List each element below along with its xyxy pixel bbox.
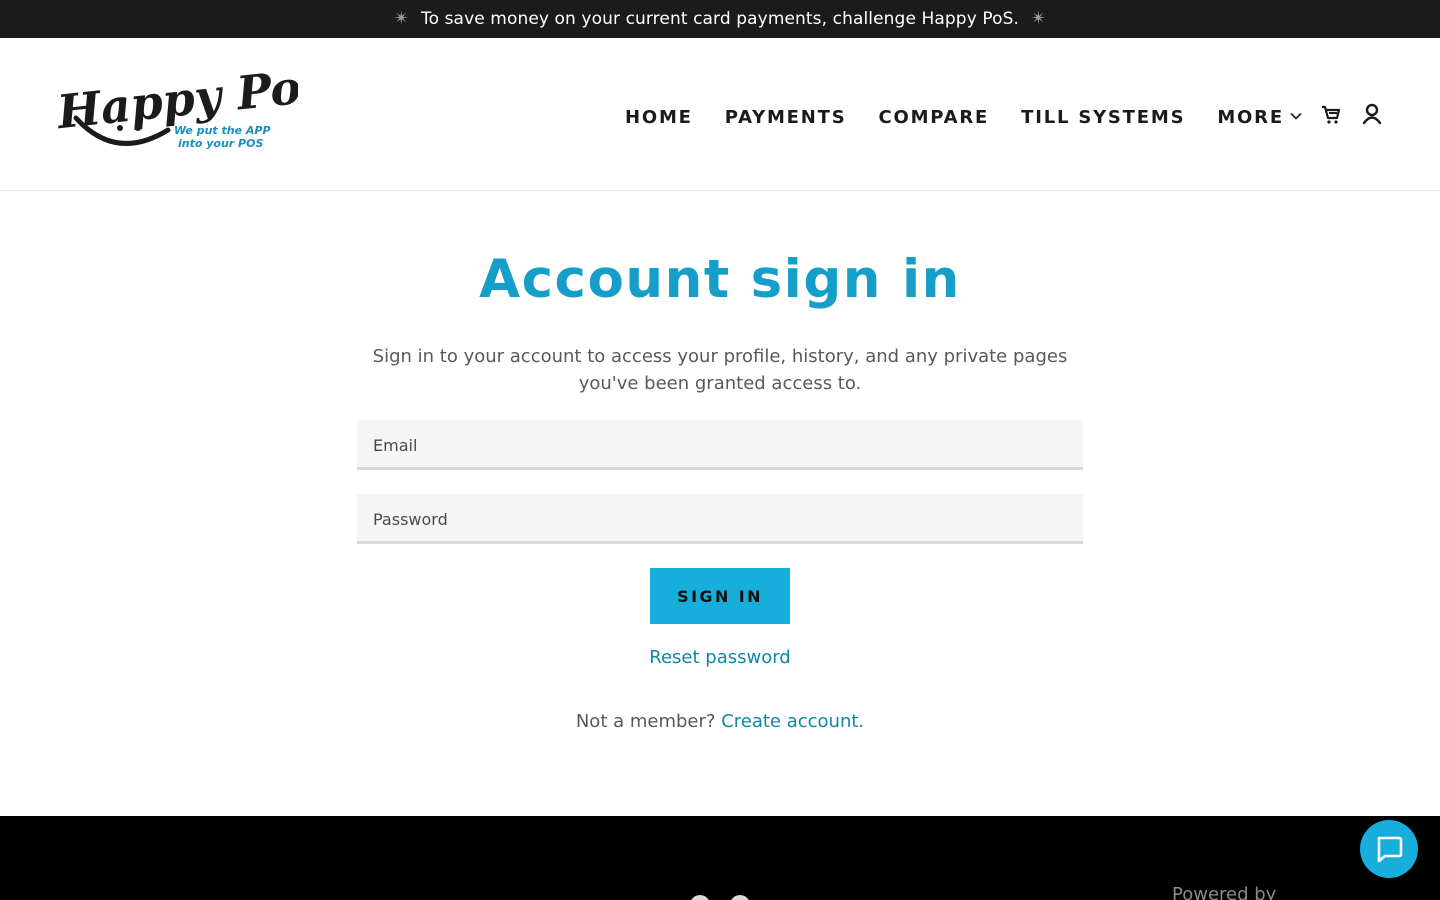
announcement-bar: ✴ To save money on your current card pay… bbox=[0, 0, 1440, 38]
powered-by: Powered by bbox=[1172, 884, 1277, 900]
page-title: Account sign in bbox=[479, 249, 961, 310]
not-member-text: Not a member? bbox=[575, 711, 716, 732]
create-account-row: Not a member? Create account. bbox=[0, 711, 1440, 732]
sign-in-section: Account sign in Sign in to your account … bbox=[0, 191, 1440, 816]
sign-in-button[interactable]: SIGN IN bbox=[650, 568, 790, 624]
site-header: Happy PoS We put the APP into your POS H… bbox=[0, 38, 1440, 191]
chevron-down-icon bbox=[1290, 112, 1302, 120]
nav-payments[interactable]: PAYMENTS bbox=[725, 107, 847, 128]
reset-password-link[interactable]: Reset password bbox=[649, 647, 790, 668]
nav-compare[interactable]: COMPARE bbox=[878, 107, 989, 128]
logo-tagline-1: We put the APP bbox=[174, 124, 271, 137]
announcement-text: To save money on your current card payme… bbox=[421, 9, 1019, 29]
reset-password-row: Reset password bbox=[0, 647, 1440, 668]
main-nav: HOME PAYMENTS COMPARE TILL SYSTEMS MORE bbox=[625, 104, 1302, 130]
footer: Powered by bbox=[0, 816, 1440, 900]
nav-more-label: MORE bbox=[1217, 106, 1284, 128]
chat-button[interactable] bbox=[1360, 820, 1418, 878]
logo-tagline-2: into your POS bbox=[178, 137, 263, 150]
page-subtitle: Sign in to your account to access your p… bbox=[372, 346, 1068, 394]
sparkle-icon: ✴ bbox=[393, 8, 409, 29]
logo[interactable]: Happy PoS We put the APP into your POS bbox=[56, 70, 298, 158]
nav-home[interactable]: HOME bbox=[625, 107, 693, 128]
social-icon[interactable] bbox=[730, 895, 750, 900]
social-icon[interactable] bbox=[690, 895, 710, 900]
nav-till-systems[interactable]: TILL SYSTEMS bbox=[1021, 107, 1185, 128]
password-field[interactable] bbox=[357, 494, 1083, 544]
nav-more[interactable]: MORE bbox=[1217, 107, 1302, 128]
email-field[interactable] bbox=[357, 420, 1083, 470]
create-account-link[interactable]: Create account. bbox=[721, 711, 864, 732]
cart-icon[interactable] bbox=[1320, 102, 1342, 126]
chat-icon bbox=[1377, 836, 1403, 863]
sparkle-icon: ✴ bbox=[1031, 8, 1047, 29]
user-icon[interactable] bbox=[1361, 102, 1383, 126]
